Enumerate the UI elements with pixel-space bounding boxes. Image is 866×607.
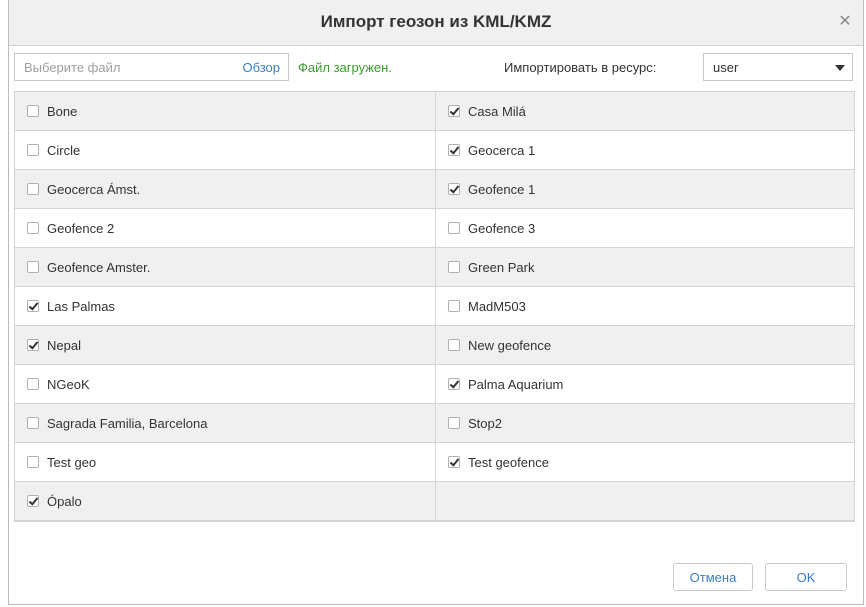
geofence-label: Test geofence (468, 455, 549, 470)
geofence-checkbox[interactable] (27, 378, 39, 390)
geofence-item[interactable]: Geocerca 1 (436, 131, 856, 169)
geofence-label: Test geo (47, 455, 97, 470)
geofence-item[interactable]: Circle (15, 131, 435, 169)
geofence-item[interactable]: New geofence (436, 326, 856, 364)
geofence-checkbox[interactable] (448, 378, 460, 390)
file-input[interactable] (15, 54, 225, 80)
geofence-checkbox[interactable] (27, 183, 39, 195)
geofence-checkbox[interactable] (448, 300, 460, 312)
geofence-label: Geocerca 1 (468, 143, 536, 158)
geofence-label: Geofence Amster. (47, 260, 151, 275)
browse-button[interactable]: Обзор (242, 60, 280, 75)
geofence-item[interactable]: Ópalo (15, 482, 435, 520)
geofence-item[interactable]: Geofence 3 (436, 209, 856, 247)
geofence-item[interactable]: Nepal (15, 326, 435, 364)
geofence-item[interactable]: Test geo (15, 443, 435, 481)
geofence-list: Bone Casa Milá Circle Geocerca 1 Geocerca Ám… (14, 91, 855, 522)
geofence-checkbox[interactable] (448, 222, 460, 234)
resource-select[interactable]: user (703, 53, 853, 81)
geofence-checkbox[interactable] (448, 339, 460, 351)
geofence-label: Geocerca Ámst. (47, 182, 141, 197)
resource-select-value: user (713, 60, 739, 75)
geofence-item[interactable]: Palma Aquarium (436, 365, 856, 403)
geofence-item[interactable]: Geocerca Ámst. (15, 170, 435, 208)
geofence-checkbox[interactable] (448, 144, 460, 156)
geofence-item[interactable]: NGeoK (15, 365, 435, 403)
geofence-checkbox[interactable] (448, 417, 460, 429)
dialog-titlebar: Импорт геозон из KML/KMZ ✕ (9, 0, 863, 46)
column-divider (435, 92, 436, 521)
geofence-checkbox[interactable] (448, 261, 460, 273)
geofence-item[interactable]: Las Palmas (15, 287, 435, 325)
geofence-checkbox[interactable] (27, 300, 39, 312)
geofence-label: Casa Milá (468, 104, 526, 119)
geofence-checkbox[interactable] (448, 183, 460, 195)
resource-label: Импортировать в ресурс: (504, 60, 657, 75)
geofence-checkbox[interactable] (27, 222, 39, 234)
geofence-label: Stop2 (468, 416, 502, 431)
geofence-checkbox[interactable] (448, 456, 460, 468)
geofence-checkbox[interactable] (27, 105, 39, 117)
close-icon[interactable]: ✕ (837, 14, 853, 30)
geofence-item[interactable]: Casa Milá (436, 92, 856, 130)
geofence-checkbox[interactable] (27, 144, 39, 156)
geofence-label: Las Palmas (47, 299, 115, 314)
geofence-item[interactable]: Green Park (436, 248, 856, 286)
geofence-label: Ópalo (47, 494, 82, 509)
chevron-down-icon (835, 65, 845, 71)
ok-button[interactable]: OK (765, 563, 847, 591)
geofence-checkbox[interactable] (27, 261, 39, 273)
geofence-item[interactable]: Stop2 (436, 404, 856, 442)
geofence-label: Geofence 1 (468, 182, 536, 197)
geofence-checkbox[interactable] (27, 495, 39, 507)
geofence-item[interactable]: Test geofence (436, 443, 856, 481)
geofence-label: Bone (47, 104, 78, 119)
geofence-checkbox[interactable] (27, 456, 39, 468)
geofence-label: Nepal (47, 338, 81, 353)
geofence-checkbox[interactable] (27, 417, 39, 429)
geofence-label: MadM503 (468, 299, 526, 314)
geofence-label: Circle (47, 143, 81, 158)
geofence-label: Palma Aquarium (468, 377, 564, 392)
dialog-title: Импорт геозон из KML/KMZ (320, 12, 552, 31)
geofence-item[interactable]: Bone (15, 92, 435, 130)
upload-status: Файл загружен. (298, 60, 392, 75)
geofence-item[interactable]: MadM503 (436, 287, 856, 325)
geofence-label: Geofence 3 (468, 221, 536, 236)
file-picker[interactable]: Обзор (14, 53, 289, 81)
geofence-item[interactable]: Sagrada Familia, Barcelona (15, 404, 435, 442)
geofence-item[interactable]: Geofence 1 (436, 170, 856, 208)
geofence-checkbox[interactable] (448, 105, 460, 117)
geofence-label: Green Park (468, 260, 535, 275)
geofence-checkbox[interactable] (27, 339, 39, 351)
geofence-label: Sagrada Familia, Barcelona (47, 416, 208, 431)
geofence-label: Geofence 2 (47, 221, 115, 236)
geofence-label: NGeoK (47, 377, 90, 392)
geofence-label: New geofence (468, 338, 552, 353)
geofence-item[interactable]: Geofence 2 (15, 209, 435, 247)
geofence-item[interactable]: Geofence Amster. (15, 248, 435, 286)
cancel-button[interactable]: Отмена (673, 563, 753, 591)
